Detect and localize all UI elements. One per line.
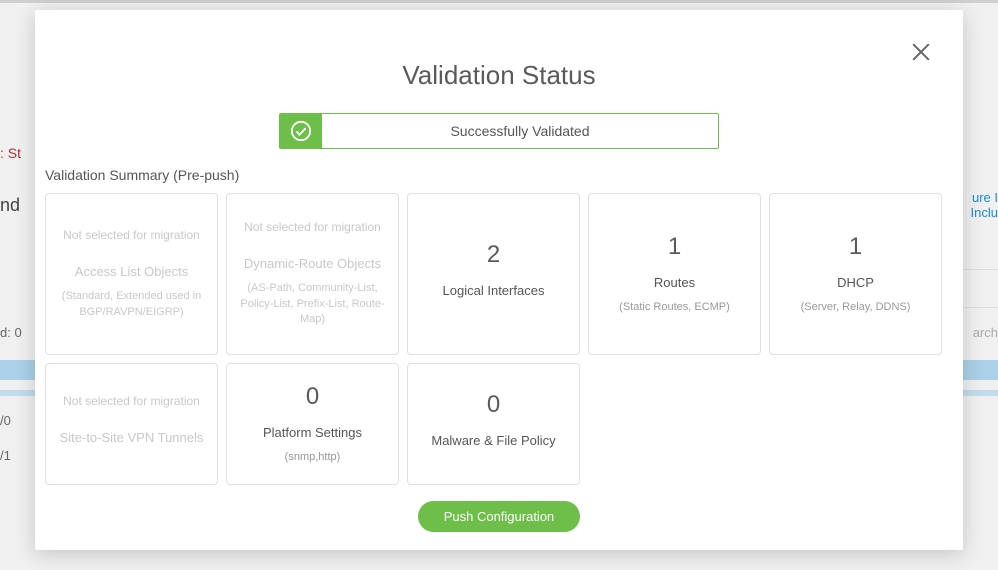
card-count: 2 xyxy=(487,241,500,269)
status-text: Successfully Validated xyxy=(322,114,718,148)
card-count: 1 xyxy=(668,233,681,261)
card-site-to-site-vpn: Not selected for migration Site-to-Site … xyxy=(45,363,218,485)
card-count: 0 xyxy=(487,391,500,419)
cards-row-1: Not selected for migration Access List O… xyxy=(35,183,963,485)
card-subtitle: (snmp,http) xyxy=(285,450,341,465)
card-title: Dynamic-Route Objects xyxy=(244,256,381,271)
bg-text-right: ure I Inclu xyxy=(971,190,998,220)
bg-text-nd: nd xyxy=(0,195,20,216)
card-title: DHCP xyxy=(837,275,874,290)
not-selected-label: Not selected for migration xyxy=(63,228,200,242)
card-title: Site-to-Site VPN Tunnels xyxy=(60,430,204,445)
summary-label: Validation Summary (Pre-push) xyxy=(45,167,963,183)
card-platform-settings: 0 Platform Settings (snmp,http) xyxy=(226,363,399,485)
card-title: Routes xyxy=(654,275,695,290)
card-routes: 1 Routes (Static Routes, ECMP) xyxy=(588,193,761,355)
card-access-list-objects: Not selected for migration Access List O… xyxy=(45,193,218,355)
card-subtitle: (Server, Relay, DDNS) xyxy=(801,300,911,315)
bg-text-d0: d: 0 xyxy=(0,325,22,340)
success-check-icon xyxy=(280,114,322,148)
card-subtitle: (AS-Path, Community-List, Policy-List, P… xyxy=(235,281,390,327)
modal-title: Validation Status xyxy=(35,60,963,91)
card-count: 0 xyxy=(306,383,319,411)
card-title: Logical Interfaces xyxy=(443,283,545,298)
card-title: Malware & File Policy xyxy=(431,433,555,448)
card-count: 1 xyxy=(849,233,862,261)
not-selected-label: Not selected for migration xyxy=(244,220,381,234)
bg-text-search: arch xyxy=(973,325,998,340)
card-subtitle: (Static Routes, ECMP) xyxy=(619,300,730,315)
bg-text-slash0: /0 xyxy=(0,413,11,428)
card-malware-file-policy: 0 Malware & File Policy xyxy=(407,363,580,485)
card-title: Platform Settings xyxy=(263,425,362,440)
push-configuration-button[interactable]: Push Configuration xyxy=(418,501,581,532)
not-selected-label: Not selected for migration xyxy=(63,394,200,408)
bg-text-slash1: /1 xyxy=(0,448,11,463)
card-dynamic-route-objects: Not selected for migration Dynamic-Route… xyxy=(226,193,399,355)
card-title: Access List Objects xyxy=(75,264,188,279)
validation-status-modal: Validation Status Successfully Validated… xyxy=(35,10,963,550)
card-dhcp: 1 DHCP (Server, Relay, DDNS) xyxy=(769,193,942,355)
status-bar: Successfully Validated xyxy=(279,113,719,149)
card-subtitle: (Standard, Extended used in BGP/RAVPN/EI… xyxy=(54,289,209,320)
bg-text-status: : St xyxy=(0,145,21,161)
close-icon[interactable] xyxy=(909,40,933,64)
card-logical-interfaces: 2 Logical Interfaces xyxy=(407,193,580,355)
